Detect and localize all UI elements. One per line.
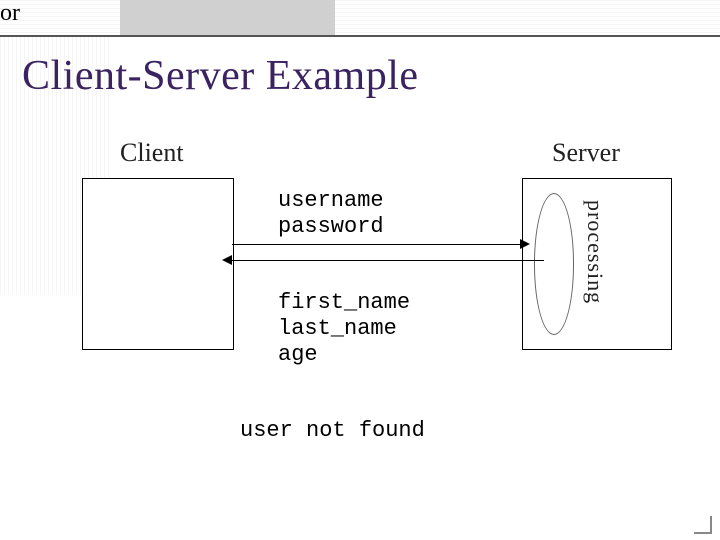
slide-title: Client-Server Example: [22, 52, 419, 100]
arrow-right-icon: [520, 239, 530, 249]
arrow-left-icon: [222, 255, 232, 265]
client-label: Client: [120, 138, 184, 168]
alt-response: user not found: [240, 418, 425, 444]
processing-oval: [534, 193, 574, 335]
request-payload: username password: [278, 188, 384, 240]
processing-label: processing: [582, 200, 608, 304]
server-label: Server: [552, 138, 620, 168]
client-box: [82, 178, 234, 350]
response-payload: first_name last_name age: [278, 290, 410, 368]
header-ruled-band: [0, 0, 720, 37]
request-arrow-line: [232, 244, 522, 245]
response-arrow-line: [232, 260, 544, 261]
corner-resize-icon: [694, 516, 712, 534]
header-tab: [120, 0, 335, 35]
